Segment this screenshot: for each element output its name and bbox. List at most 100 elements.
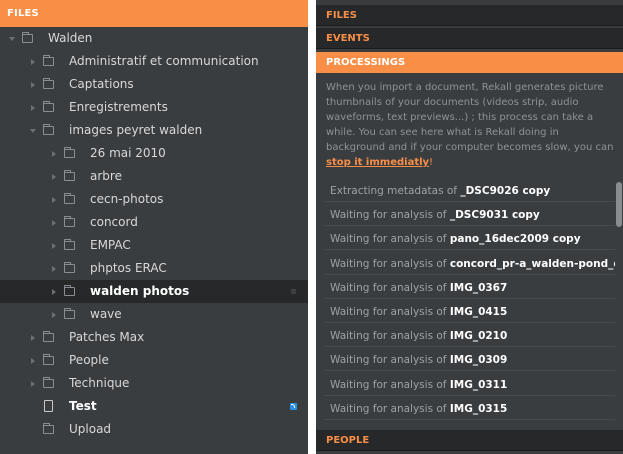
- expand-arrow-icon[interactable]: [31, 381, 35, 387]
- processing-item: Waiting for analysis of IMG_0415: [316, 301, 623, 323]
- processing-action: Waiting for analysis of: [330, 330, 450, 342]
- folder-icon: [43, 124, 54, 135]
- tree-row-label: images peyret walden: [69, 123, 203, 137]
- tree-row-label: walden photos: [90, 284, 190, 298]
- folder-icon: [64, 170, 75, 181]
- tree-row[interactable]: Administratif et communication: [0, 50, 308, 73]
- processing-filename: IMG_0315: [449, 403, 508, 415]
- folder-icon: [64, 239, 75, 250]
- tree-row[interactable]: phptos ERAC: [0, 257, 308, 280]
- stop-link-suffix: !: [429, 157, 434, 168]
- side-panel: FILES EVENTS PROCESSINGS When you import…: [316, 0, 623, 454]
- tree-row-label: Walden: [48, 31, 93, 45]
- tree-row[interactable]: Upload: [0, 418, 308, 441]
- tree-row-label: phptos ERAC: [90, 261, 167, 275]
- expand-arrow-icon[interactable]: [31, 105, 35, 111]
- tree-row[interactable]: Test: [0, 395, 308, 418]
- processing-filename: pano_16dec2009 copy: [449, 233, 581, 245]
- files-panel-header[interactable]: FILES: [0, 0, 308, 27]
- processing-item: Waiting for analysis of _DSC9031 copy: [316, 204, 623, 226]
- tree-row[interactable]: images peyret walden: [0, 119, 308, 142]
- folder-icon: [22, 32, 33, 43]
- processing-action: Waiting for analysis of: [330, 209, 450, 221]
- expand-arrow-icon[interactable]: [52, 197, 56, 203]
- expand-arrow-icon[interactable]: [52, 174, 56, 180]
- expand-arrow-icon[interactable]: [31, 358, 35, 364]
- tree-row-label: cecn-photos: [90, 192, 164, 206]
- folder-icon: [43, 78, 54, 89]
- processings-section-header[interactable]: PROCESSINGS: [316, 52, 623, 73]
- folder-icon: [64, 262, 75, 273]
- processing-filename: IMG_0415: [449, 306, 508, 318]
- processing-item: Extracting metadatas of _DSC9026 copy: [316, 180, 623, 202]
- tree-row-label: arbre: [90, 169, 122, 183]
- folder-icon: [43, 377, 54, 388]
- processings-description-text: When you import a document, Rekall gener…: [326, 82, 614, 153]
- processing-list: Extracting metadatas of _DSC9026 copy Wai…: [316, 180, 623, 428]
- expand-arrow-icon[interactable]: [52, 243, 56, 249]
- processings-description: When you import a document, Rekall gener…: [326, 80, 616, 170]
- processing-filename: IMG_0311: [449, 379, 508, 391]
- processing-action: Waiting for analysis of: [330, 379, 450, 391]
- files-section-header[interactable]: FILES: [316, 5, 623, 26]
- processing-filename: IMG_0210: [449, 330, 508, 342]
- tree-row[interactable]: Enregistrements: [0, 96, 308, 119]
- tree-row-label: Technique: [69, 376, 130, 390]
- tree-row-label: EMPAC: [90, 238, 131, 252]
- expand-arrow-icon[interactable]: [52, 220, 56, 226]
- processing-action: Waiting for analysis of: [330, 282, 450, 294]
- tree-row[interactable]: concord: [0, 211, 308, 234]
- tree-row-label: 26 mai 2010: [90, 146, 166, 160]
- processing-item: Waiting for analysis of IMG_0315: [316, 398, 623, 420]
- folder-icon: [64, 285, 75, 296]
- processing-filename: _DSC9026 copy: [460, 185, 551, 197]
- files-panel: FILES Walden Administratif et communicati…: [0, 0, 308, 454]
- stop-processing-link[interactable]: stop it immediatly: [326, 157, 429, 168]
- processing-action: Waiting for analysis of: [330, 354, 450, 366]
- processing-filename: IMG_0309: [449, 354, 508, 366]
- tree-row-label: Captations: [69, 77, 134, 91]
- folder-icon: [43, 55, 54, 66]
- folder-icon: [43, 101, 54, 112]
- row-handle-icon[interactable]: [291, 289, 296, 294]
- expand-arrow-icon[interactable]: [31, 82, 35, 88]
- processing-item: Waiting for analysis of pano_16dec2009 c…: [316, 228, 623, 250]
- tree-row-label: Administratif et communication: [69, 54, 259, 68]
- tree-row[interactable]: walden photos: [0, 280, 308, 303]
- events-section-header[interactable]: EVENTS: [316, 28, 623, 49]
- tree-row-label: wave: [90, 307, 122, 321]
- expand-arrow-icon[interactable]: [31, 335, 35, 341]
- tree-row[interactable]: wave: [0, 303, 308, 326]
- processing-scrollbar-thumb[interactable]: [616, 182, 622, 227]
- folder-icon: [64, 308, 75, 319]
- tree-row[interactable]: arbre: [0, 165, 308, 188]
- expand-arrow-icon[interactable]: [31, 59, 35, 65]
- tree-row[interactable]: Captations: [0, 73, 308, 96]
- processing-filename: IMG_0367: [449, 282, 508, 294]
- folder-icon: [64, 216, 75, 227]
- folder-icon: [43, 423, 54, 434]
- expand-arrow-icon[interactable]: [52, 289, 56, 295]
- processing-item: Waiting for analysis of IMG_0311: [316, 374, 623, 396]
- processing-item: Waiting for analysis of IMG_0309: [316, 349, 623, 371]
- expand-arrow-icon[interactable]: [52, 266, 56, 272]
- tree-row[interactable]: People: [0, 349, 308, 372]
- tree-row-label: Patches Max: [69, 330, 145, 344]
- tree-row[interactable]: EMPAC: [0, 234, 308, 257]
- tree-row[interactable]: 26 mai 2010: [0, 142, 308, 165]
- collapse-arrow-icon[interactable]: [30, 129, 36, 133]
- people-section-header[interactable]: PEOPLE: [316, 430, 623, 451]
- processing-scrollbar[interactable]: [615, 180, 623, 426]
- tree-row[interactable]: Walden: [0, 27, 308, 50]
- expand-arrow-icon[interactable]: [52, 312, 56, 318]
- tree-row[interactable]: cecn-photos: [0, 188, 308, 211]
- processing-filename: _DSC9031 copy: [449, 209, 540, 221]
- tree-row[interactable]: Patches Max: [0, 326, 308, 349]
- folder-icon: [64, 147, 75, 158]
- rss-icon[interactable]: [290, 403, 297, 410]
- tree-row[interactable]: Technique: [0, 372, 308, 395]
- tree-row-label: Test: [69, 399, 97, 413]
- collapse-arrow-icon[interactable]: [9, 37, 15, 41]
- expand-arrow-icon[interactable]: [52, 151, 56, 157]
- processing-action: Waiting for analysis of: [330, 233, 450, 245]
